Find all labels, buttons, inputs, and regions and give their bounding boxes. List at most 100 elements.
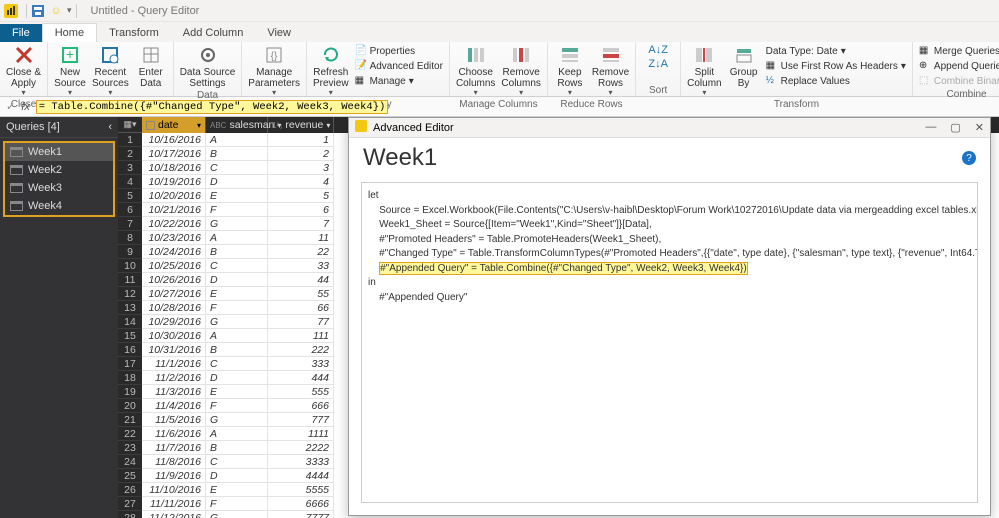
qat-dropdown-icon[interactable]: ▾ [67, 5, 72, 16]
group-by-button[interactable]: Group By [728, 44, 760, 98]
cell-salesman[interactable]: G [206, 511, 268, 518]
minimize-icon[interactable]: — [925, 121, 936, 134]
cell-date[interactable]: 11/4/2016 [142, 399, 206, 413]
cell-revenue[interactable]: 1111 [268, 427, 334, 441]
column-header-revenue[interactable]: 1²₃revenue▾ [268, 117, 334, 133]
cell-salesman[interactable]: E [206, 287, 268, 301]
row-number[interactable]: 22 [118, 427, 142, 441]
query-item-week2[interactable]: Week2 [5, 161, 113, 179]
row-number[interactable]: 28 [118, 511, 142, 518]
cell-revenue[interactable]: 6 [268, 203, 334, 217]
cell-revenue[interactable]: 4444 [268, 469, 334, 483]
row-number[interactable]: 27 [118, 497, 142, 511]
choose-columns-button[interactable]: Choose Columns [456, 44, 495, 98]
cell-date[interactable]: 11/11/2016 [142, 497, 206, 511]
cell-salesman[interactable]: E [206, 385, 268, 399]
cell-salesman[interactable]: A [206, 133, 268, 147]
cell-salesman[interactable]: E [206, 189, 268, 203]
tab-view[interactable]: View [255, 24, 303, 42]
cell-salesman[interactable]: D [206, 175, 268, 189]
query-item-week4[interactable]: Week4 [5, 197, 113, 215]
cell-date[interactable]: 10/28/2016 [142, 301, 206, 315]
row-number[interactable]: 1 [118, 133, 142, 147]
cell-revenue[interactable]: 7777 [268, 511, 334, 518]
cell-date[interactable]: 11/3/2016 [142, 385, 206, 399]
cell-date[interactable]: 10/23/2016 [142, 231, 206, 245]
cell-date[interactable]: 10/19/2016 [142, 175, 206, 189]
cell-revenue[interactable]: 1 [268, 133, 334, 147]
row-number[interactable]: 20 [118, 399, 142, 413]
cell-salesman[interactable]: B [206, 441, 268, 455]
column-header-salesman[interactable]: ABCsalesman▾ [206, 117, 268, 133]
cell-revenue[interactable]: 111 [268, 329, 334, 343]
cell-salesman[interactable]: B [206, 147, 268, 161]
row-number[interactable]: 5 [118, 189, 142, 203]
cell-salesman[interactable]: G [206, 217, 268, 231]
merge-queries-button[interactable]: ▦Merge Queries ▾ [919, 44, 999, 58]
cell-revenue[interactable]: 77 [268, 315, 334, 329]
cell-salesman[interactable]: C [206, 357, 268, 371]
new-source-button[interactable]: +New Source [54, 44, 86, 98]
row-number[interactable]: 14 [118, 315, 142, 329]
row-number[interactable]: 12 [118, 287, 142, 301]
cell-salesman[interactable]: B [206, 343, 268, 357]
data-type-button[interactable]: Data Type: Date ▾ [766, 44, 906, 58]
cell-salesman[interactable]: G [206, 315, 268, 329]
help-icon[interactable]: ? [962, 151, 976, 165]
cell-date[interactable]: 10/20/2016 [142, 189, 206, 203]
cell-salesman[interactable]: C [206, 259, 268, 273]
query-item-week1[interactable]: Week1 [5, 143, 113, 161]
cell-revenue[interactable]: 444 [268, 371, 334, 385]
remove-rows-button[interactable]: Remove Rows [592, 44, 629, 98]
cell-revenue[interactable]: 333 [268, 357, 334, 371]
row-number[interactable]: 19 [118, 385, 142, 399]
cell-salesman[interactable]: A [206, 427, 268, 441]
cell-salesman[interactable]: D [206, 371, 268, 385]
cell-revenue[interactable]: 555 [268, 385, 334, 399]
cell-revenue[interactable]: 2222 [268, 441, 334, 455]
cell-salesman[interactable]: F [206, 203, 268, 217]
query-item-week3[interactable]: Week3 [5, 179, 113, 197]
cell-revenue[interactable]: 222 [268, 343, 334, 357]
append-queries-button[interactable]: ⊕Append Queries ▾ [919, 59, 999, 73]
cell-salesman[interactable]: B [206, 245, 268, 259]
row-number[interactable]: 18 [118, 371, 142, 385]
advanced-editor-titlebar[interactable]: Advanced Editor — ▢ ✕ [349, 118, 990, 138]
tab-add-column[interactable]: Add Column [171, 24, 256, 42]
cell-revenue[interactable]: 666 [268, 399, 334, 413]
cell-date[interactable]: 11/1/2016 [142, 357, 206, 371]
row-number[interactable]: 7 [118, 217, 142, 231]
queries-header[interactable]: Queries [4] ‹ [0, 117, 118, 138]
cell-date[interactable]: 11/6/2016 [142, 427, 206, 441]
cell-revenue[interactable]: 777 [268, 413, 334, 427]
cell-date[interactable]: 10/16/2016 [142, 133, 206, 147]
maximize-icon[interactable]: ▢ [950, 121, 960, 134]
formula-input[interactable]: = Table.Combine({#"Changed Type", Week2,… [36, 100, 389, 114]
collapse-chevron-icon[interactable]: ‹ [108, 121, 112, 133]
row-number[interactable]: 13 [118, 301, 142, 315]
cell-date[interactable]: 11/8/2016 [142, 455, 206, 469]
cell-salesman[interactable]: F [206, 497, 268, 511]
cell-salesman[interactable]: F [206, 301, 268, 315]
replace-values-button[interactable]: ½Replace Values [766, 74, 906, 88]
cell-date[interactable]: 11/7/2016 [142, 441, 206, 455]
cell-date[interactable]: 10/17/2016 [142, 147, 206, 161]
row-number[interactable]: 24 [118, 455, 142, 469]
tab-home[interactable]: Home [42, 23, 97, 42]
sort-desc-button[interactable]: Z↓A [642, 58, 674, 70]
close-apply-button[interactable]: Close & Apply [6, 44, 41, 98]
remove-columns-button[interactable]: Remove Columns [501, 44, 540, 98]
row-number[interactable]: 15 [118, 329, 142, 343]
cell-date[interactable]: 10/30/2016 [142, 329, 206, 343]
row-number[interactable]: 17 [118, 357, 142, 371]
cell-salesman[interactable]: G [206, 413, 268, 427]
row-number[interactable]: 9 [118, 245, 142, 259]
tab-transform[interactable]: Transform [97, 24, 171, 42]
keep-rows-button[interactable]: Keep Rows [554, 44, 586, 98]
cell-salesman[interactable]: D [206, 273, 268, 287]
cell-date[interactable]: 11/10/2016 [142, 483, 206, 497]
cell-date[interactable]: 10/25/2016 [142, 259, 206, 273]
sort-dropdown-icon[interactable]: ▾ [197, 121, 201, 130]
cell-revenue[interactable]: 55 [268, 287, 334, 301]
cell-salesman[interactable]: A [206, 329, 268, 343]
